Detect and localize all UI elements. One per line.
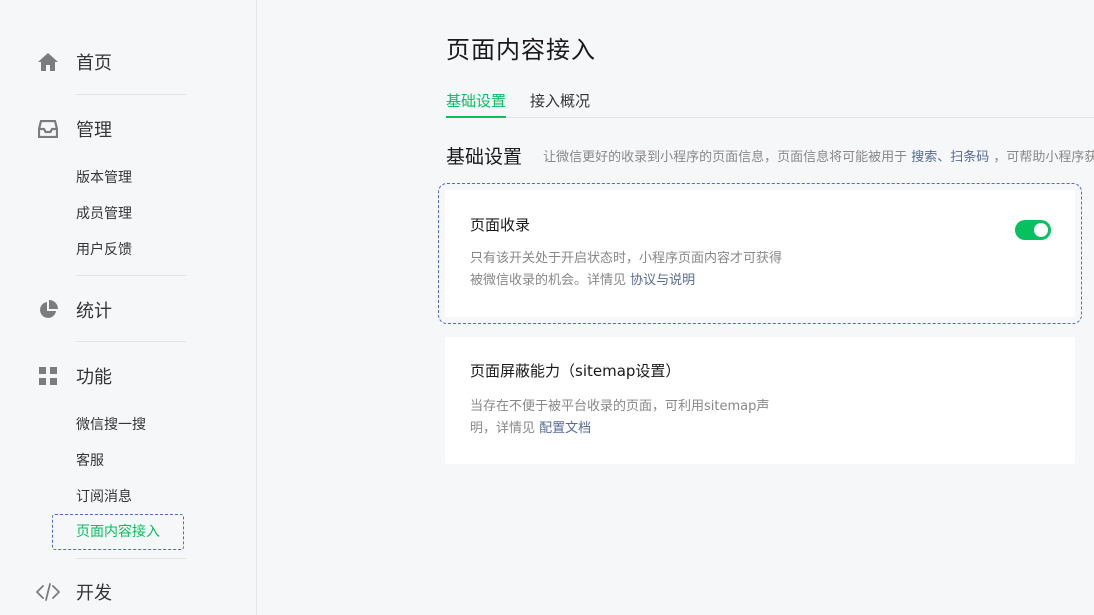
page-indexing-card: 页面收录 只有该开关处于开启状态时，小程序页面内容才可获得 被微信收录的机会。详… (438, 183, 1082, 324)
sitemap-card: 页面屏蔽能力（sitemap设置） 当存在不便于被平台收录的页面，可利用site… (445, 337, 1075, 464)
sidebar-item-label: 首页 (76, 53, 112, 74)
card-desc-line: 只有该开关处于开启状态时，小程序页面内容才可获得 (470, 251, 783, 266)
tab-bar: 基础设置 接入概况 (446, 80, 1094, 118)
sidebar-subitem-subscription[interactable]: 订阅消息 (76, 487, 132, 507)
inbox-icon (36, 117, 60, 141)
sidebar-item-home[interactable]: 首页 (36, 47, 112, 77)
sidebar-subitem-member-manage[interactable]: 成员管理 (76, 204, 132, 224)
section-title: 基础设置 (446, 146, 523, 168)
config-doc-link[interactable]: 配置文档 (539, 421, 591, 436)
section-desc-text: 让微信更好的收录到小程序的页面信息，页面信息将可能被用于 (543, 150, 908, 165)
tab-basic-settings[interactable]: 基础设置 (446, 90, 507, 118)
section-desc-text: ，可帮助小程序获得更多曝光 (993, 150, 1094, 165)
pie-chart-icon (36, 298, 60, 322)
sidebar-subitem-wechat-search[interactable]: 微信搜一搜 (76, 415, 146, 435)
sidebar-item-dev[interactable]: 开发 (36, 577, 112, 607)
sidebar-item-manage[interactable]: 管理 (36, 114, 112, 144)
card-desc-line: 明，详情见 配置文档 (470, 418, 815, 440)
grid-icon (36, 364, 60, 388)
sidebar: 首页 管理 版本管理 成员管理 用户反馈 统计 功能 微信搜一搜 客服 订阅消息… (0, 0, 257, 615)
sidebar-subitem-version-manage[interactable]: 版本管理 (76, 168, 132, 188)
card-title: 页面收录 (470, 216, 531, 234)
sidebar-subitem-user-feedback[interactable]: 用户反馈 (76, 240, 132, 260)
sidebar-item-label: 统计 (76, 301, 112, 322)
tab-access-overview[interactable]: 接入概况 (530, 90, 590, 118)
card-desc-text: 被微信收录的机会。详情见 (470, 273, 627, 288)
sidebar-item-label: 开发 (76, 583, 112, 604)
search-scan-link[interactable]: 搜索、扫条码 (911, 150, 989, 165)
sidebar-item-label: 管理 (76, 120, 112, 141)
sidebar-subitem-customer-service[interactable]: 客服 (76, 451, 104, 471)
sidebar-item-stats[interactable]: 统计 (36, 295, 112, 325)
section-description: 让微信更好的收录到小程序的页面信息，页面信息将可能被用于 搜索、扫条码 ，可帮助… (543, 150, 1094, 165)
card-desc-line: 被微信收录的机会。详情见 协议与说明 (470, 270, 815, 292)
sidebar-subitem-page-content[interactable]: 页面内容接入 (52, 514, 184, 550)
divider (76, 94, 186, 95)
home-icon (36, 50, 60, 74)
divider (76, 558, 186, 559)
section-heading: 基础设置 让微信更好的收录到小程序的页面信息，页面信息将可能被用于 搜索、扫条码… (446, 142, 1094, 168)
card-desc-text: 明，详情见 (470, 421, 536, 436)
card-desc-line: 当存在不便于被平台收录的页面，可利用sitemap声 (470, 399, 770, 414)
page-indexing-toggle[interactable] (1015, 220, 1051, 240)
agreement-link[interactable]: 协议与说明 (630, 273, 695, 288)
page-title: 页面内容接入 (446, 36, 596, 64)
card-title: 页面屏蔽能力（sitemap设置） (470, 362, 681, 380)
code-icon (36, 580, 60, 604)
main-content: 页面内容接入 基础设置 接入概况 基础设置 让微信更好的收录到小程序的页面信息，… (258, 0, 1094, 615)
divider (76, 341, 186, 342)
sidebar-item-label: 功能 (76, 367, 112, 388)
divider (76, 275, 186, 276)
card-description: 只有该开关处于开启状态时，小程序页面内容才可获得 被微信收录的机会。详情见 协议… (470, 248, 815, 292)
sidebar-item-features[interactable]: 功能 (36, 361, 112, 391)
toggle-knob (1034, 223, 1048, 237)
card-description: 当存在不便于被平台收录的页面，可利用sitemap声 明，详情见 配置文档 (470, 396, 815, 440)
